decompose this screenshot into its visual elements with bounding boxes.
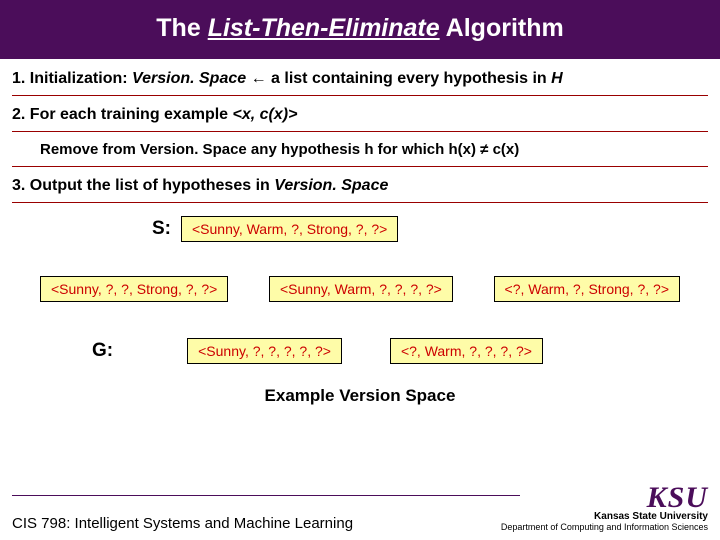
g-box-1: <?, Warm, ?, ?, ?, ?> — [390, 338, 543, 364]
diagram-caption: Example Version Space — [12, 364, 708, 406]
university-name: Kansas State University — [501, 511, 708, 522]
title-mid: List-Then-Eliminate — [208, 14, 440, 42]
mid-box-1: <Sunny, Warm, ?, ?, ?, ?> — [269, 276, 453, 302]
sub-ne: ≠ — [476, 141, 493, 158]
sub-b: any hypothesis — [247, 141, 365, 158]
step-1: 1. Initialization: Version. Space ← a li… — [12, 67, 708, 96]
s-row: S: <Sunny, Warm, ?, Strong, ?, ?> — [12, 214, 708, 242]
s-box: <Sunny, Warm, ?, Strong, ?, ?> — [181, 216, 398, 242]
mid-box-0: <Sunny, ?, ?, Strong, ?, ?> — [40, 276, 228, 302]
step2-label: 2. For each training example — [12, 106, 233, 123]
sub-c: for which — [373, 141, 448, 158]
step-3: 3. Output the list of hypotheses in Vers… — [12, 174, 708, 203]
step3-vs: Version. Space — [274, 177, 388, 194]
g-label: G: — [92, 340, 113, 362]
footer-right: KSU Kansas State University Department o… — [501, 484, 708, 532]
step2-ex: <x, c(x)> — [233, 106, 298, 123]
step1-vs: Version. Space — [132, 70, 246, 87]
step-2: 2. For each training example <x, c(x)> — [12, 103, 708, 132]
step1-label: 1. Initialization: — [12, 70, 132, 87]
sub-cx: c(x) — [493, 141, 520, 158]
sub-a: Remove from — [40, 141, 140, 158]
g-row: G: <Sunny, ?, ?, ?, ?, ?> <?, Warm, ?, ?… — [12, 302, 708, 364]
mid-box-2: <?, Warm, ?, Strong, ?, ?> — [494, 276, 680, 302]
ksu-logo: KSU — [501, 484, 708, 511]
sub-hx: h(x) — [448, 141, 476, 158]
step1-rest: a list containing every hypothesis in — [271, 70, 551, 87]
step1-h: H — [551, 70, 563, 87]
slide-footer: CIS 798: Intelligent Systems and Machine… — [0, 484, 720, 540]
sub-vs: Version. Space — [140, 141, 247, 158]
title-pre: The — [156, 14, 207, 42]
s-label: S: — [152, 218, 171, 240]
department-name: Department of Computing and Information … — [501, 522, 708, 532]
g-box-0: <Sunny, ?, ?, ?, ?, ?> — [187, 338, 342, 364]
slide-body: 1. Initialization: Version. Space ← a li… — [0, 59, 720, 406]
step3-label: 3. Output the list of hypotheses in — [12, 177, 274, 194]
step-2-sub: Remove from Version. Space any hypothesi… — [12, 139, 708, 167]
title-post: Algorithm — [440, 14, 564, 42]
step1-arrow: ← — [246, 70, 271, 87]
slide-title: The List-Then-Eliminate Algorithm — [0, 0, 720, 59]
mid-row: <Sunny, ?, ?, Strong, ?, ?> <Sunny, Warm… — [12, 242, 708, 302]
version-space-diagram: S: <Sunny, Warm, ?, Strong, ?, ?> <Sunny… — [12, 210, 708, 406]
course-label: CIS 798: Intelligent Systems and Machine… — [12, 509, 353, 532]
